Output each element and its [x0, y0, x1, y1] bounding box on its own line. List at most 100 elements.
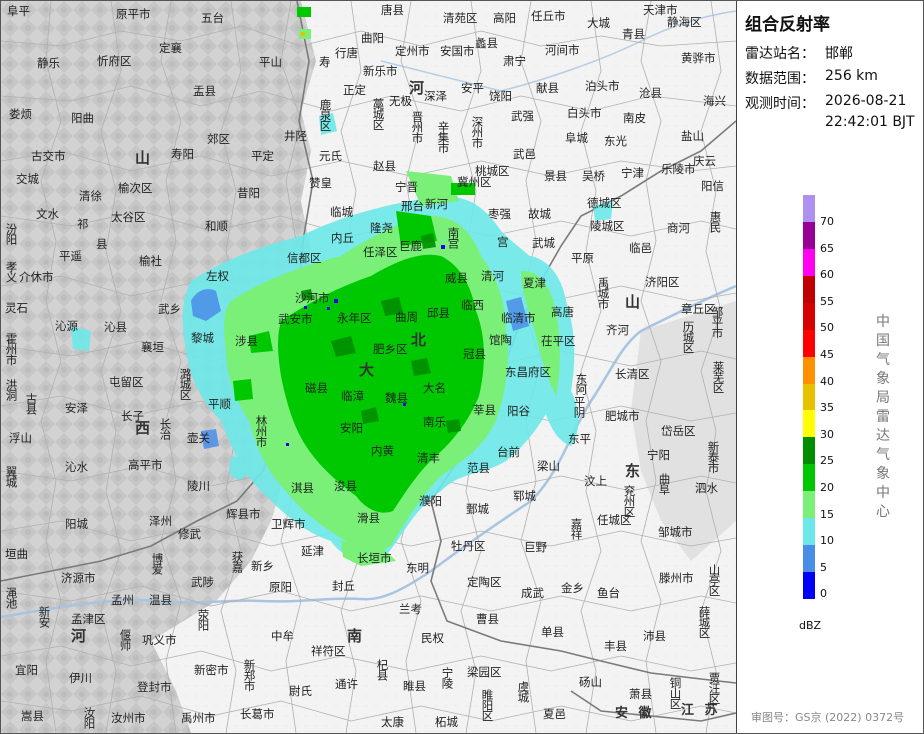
- place-label: 梁园区: [467, 665, 502, 679]
- place-label: 赵县: [373, 159, 396, 173]
- place-label: 磁县: [305, 381, 328, 395]
- legend-swatch: [803, 329, 815, 358]
- station-value: 邯郸: [825, 46, 853, 62]
- place-label: 温县: [149, 593, 172, 607]
- place-label: 陵川: [187, 479, 210, 493]
- place-label: 新郑市: [242, 659, 257, 691]
- place-label: 赞皇: [309, 176, 332, 190]
- place-label: 和顺: [205, 219, 228, 233]
- place-label: 长清区: [615, 367, 650, 381]
- place-label: 平遥: [59, 249, 82, 263]
- place-label: 古交市: [31, 149, 66, 163]
- place-label: 丰县: [604, 639, 627, 653]
- place-label: 垣曲: [5, 547, 28, 561]
- place-label: 阜平: [7, 4, 30, 18]
- place-label: 尉氏: [289, 684, 312, 698]
- legend-label: 40: [820, 374, 834, 388]
- legend-swatch: [803, 545, 815, 573]
- place-label: 沧县: [639, 86, 662, 100]
- place-label: 岱岳区: [661, 424, 696, 438]
- legend-label: 60: [820, 268, 834, 282]
- legend-swatch: [803, 437, 815, 465]
- place-label: 霍州市: [4, 333, 19, 365]
- place-label: 山: [135, 149, 151, 167]
- place-label: 定州市: [395, 44, 430, 58]
- place-label: 山: [625, 293, 641, 311]
- place-label: 卫辉市: [271, 517, 306, 531]
- place-label: 新河: [425, 197, 448, 211]
- place-label: 临邑: [629, 241, 652, 255]
- place-label: 新乡: [251, 559, 274, 573]
- place-label: 汝州市: [111, 711, 146, 725]
- radar-map[interactable]: 阜平 原平市 五台 曲阳 唐县 清苑区 高阳 任丘市 大城 天津市 静海区 静乐 忻府区 定襄 平山 行唐 定州…: [1, 1, 737, 733]
- range-label: 数据范围：: [745, 71, 815, 87]
- place-label: 南乐: [423, 415, 446, 429]
- map-approval-number: 审图号：GS京 (2022) 0372号: [751, 711, 905, 724]
- place-label: 荥阳: [196, 609, 211, 630]
- place-label: 忻府区: [97, 54, 132, 68]
- place-label: 娄烦: [9, 107, 32, 121]
- place-label: 饶阳: [489, 89, 512, 103]
- place-label: 薛城区: [697, 606, 712, 638]
- place-label: 武乡: [158, 302, 181, 316]
- place-label: 深泽: [424, 89, 447, 103]
- place-label: 汶上: [584, 474, 607, 488]
- place-label: 阜城: [565, 131, 588, 145]
- place-label: 山亭区: [707, 564, 722, 596]
- place-label: 东阿: [574, 373, 589, 394]
- place-label: 修武: [178, 527, 201, 541]
- place-label: 任城区: [597, 513, 632, 527]
- place-label: 兖州区: [622, 485, 637, 517]
- place-label: 祥符区: [311, 644, 346, 658]
- place-label: 邹城市: [658, 525, 693, 539]
- legend-label: 10: [820, 534, 834, 548]
- place-label: 潞城区: [178, 368, 193, 400]
- place-label: 襄垣: [141, 340, 164, 354]
- place-label: 武邑: [513, 147, 536, 161]
- place-label: 商河: [667, 221, 690, 235]
- range-value: 256 km: [825, 68, 878, 84]
- place-label: 贾汪区: [707, 672, 722, 704]
- place-label: 历城区: [681, 321, 696, 353]
- place-label: 武陟: [191, 575, 214, 589]
- place-label: 枣强: [488, 207, 511, 221]
- place-label: 任泽区: [363, 245, 398, 259]
- place-label: 新密市: [194, 663, 229, 677]
- place-label: 新泰市: [706, 441, 721, 473]
- place-label: 郊区: [207, 132, 230, 146]
- place-label: 中牟: [271, 629, 294, 643]
- place-label: 原阳: [269, 580, 292, 594]
- place-label: 太谷区: [111, 210, 146, 224]
- place-label: 献县: [536, 81, 559, 95]
- place-label: 砀山: [579, 675, 602, 689]
- place-label: 登封市: [137, 680, 172, 694]
- place-label: 泊头市: [585, 79, 620, 93]
- place-label: 盂县: [193, 84, 216, 98]
- place-label: 邹平市: [710, 306, 725, 338]
- place-label: 宁晋: [395, 180, 418, 194]
- place-label: 清苑区: [443, 11, 478, 25]
- place-label: 东平: [568, 432, 591, 446]
- info-panel: 组合反射率 雷达站名： 邯郸 数据范围： 256 km 观测时间： 2026-0…: [737, 1, 923, 733]
- place-label: 汝阳: [82, 707, 97, 728]
- place-label: 内黄: [371, 444, 394, 458]
- place-label: 南宫: [446, 227, 461, 248]
- time-date: 2026-08-21: [825, 93, 907, 109]
- place-label: 辉县市: [226, 507, 261, 521]
- place-label: 沁源: [55, 319, 78, 333]
- place-label: 孟津区: [71, 612, 106, 626]
- place-label: 禹城市: [596, 277, 611, 309]
- place-label: 睢阳区: [480, 689, 495, 721]
- place-label: 获嘉: [230, 551, 245, 572]
- legend-label: 15: [820, 507, 834, 521]
- place-label: 大: [359, 361, 375, 379]
- place-label: 元氏: [319, 149, 342, 163]
- place-label: 虞城: [516, 681, 531, 702]
- place-label: 南: [347, 627, 363, 645]
- station-label: 雷达站名：: [745, 46, 815, 62]
- place-label: 博爱: [150, 553, 165, 574]
- place-label: 柘城: [435, 715, 458, 729]
- place-label: 青县: [622, 27, 645, 41]
- place-label: 乐陵市: [661, 162, 696, 176]
- place-label: 夏邑: [543, 707, 566, 721]
